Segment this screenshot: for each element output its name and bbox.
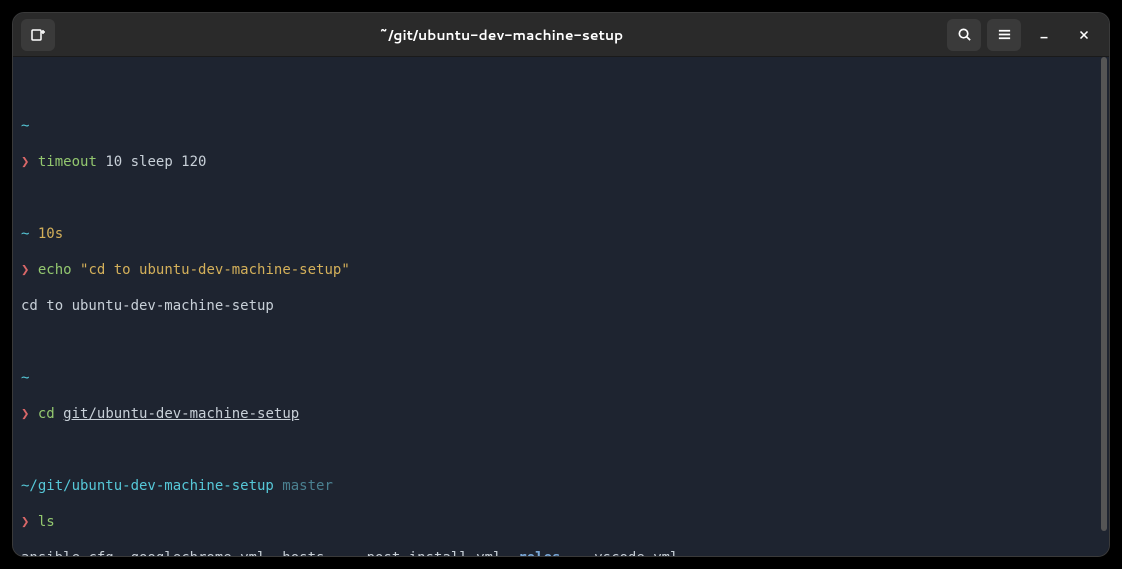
hamburger-icon — [997, 27, 1012, 42]
line — [21, 333, 1101, 351]
titlebar-right — [947, 19, 1101, 51]
search-icon — [957, 27, 972, 42]
pad — [560, 550, 594, 556]
minimize-icon — [1037, 28, 1051, 42]
terminal-body[interactable]: ~ ❯ timeout 10 sleep 120 ~ 10s ❯ echo "c… — [13, 57, 1109, 556]
new-tab-button[interactable] — [21, 19, 55, 51]
line: ~/git/ubuntu-dev-machine-setup master — [21, 477, 1101, 495]
scrollbar-thumb[interactable] — [1101, 57, 1107, 531]
prompt-cwd: ~ — [21, 226, 29, 242]
args: 10 sleep 120 — [97, 154, 207, 170]
space — [55, 406, 63, 422]
minimize-button[interactable] — [1027, 19, 1061, 51]
duration: 10s — [38, 226, 63, 242]
file: googlechrome.yml — [131, 550, 283, 556]
hamburger-menu-button[interactable] — [987, 19, 1021, 51]
prompt-arrow: ❯ — [21, 514, 29, 530]
window-title: ~/git/ubuntu-dev-machine-setup — [55, 25, 947, 45]
line: ❯ ls — [21, 513, 1101, 531]
line-output: cd to ubuntu-dev-machine-setup — [21, 297, 1101, 315]
terminal-window: ~/git/ubuntu-dev-machine-setup — [12, 12, 1110, 557]
line: ❯ echo "cd to ubuntu-dev-machine-setup" — [21, 261, 1101, 279]
line: ~ — [21, 117, 1101, 135]
line: ~ — [21, 369, 1101, 387]
cmd: ls — [38, 514, 55, 530]
file: vscode.yml — [594, 550, 678, 556]
dir: roles — [518, 550, 560, 556]
file: hosts — [282, 550, 366, 556]
line: ❯ cd git/ubuntu-dev-machine-setup — [21, 405, 1101, 423]
close-icon — [1077, 28, 1091, 42]
line — [21, 441, 1101, 459]
new-tab-icon — [30, 27, 46, 43]
search-button[interactable] — [947, 19, 981, 51]
prompt-cwd: ~/git/ubuntu-dev-machine-setup — [21, 478, 274, 494]
titlebar-left — [21, 19, 55, 51]
prompt-arrow: ❯ — [21, 154, 29, 170]
line: ~ 10s — [21, 225, 1101, 243]
branch: master — [274, 478, 333, 494]
terminal-content: ~ ❯ timeout 10 sleep 120 ~ 10s ❯ echo "c… — [21, 63, 1101, 556]
titlebar: ~/git/ubuntu-dev-machine-setup — [13, 13, 1109, 57]
ls-output-row: ansible.cfg googlechrome.yml hosts post_… — [21, 549, 1101, 556]
cmd: echo — [38, 262, 72, 278]
space — [72, 262, 80, 278]
prompt-cwd: ~ — [21, 370, 29, 386]
line — [21, 189, 1101, 207]
prompt-arrow: ❯ — [21, 406, 29, 422]
line: ❯ timeout 10 sleep 120 — [21, 153, 1101, 171]
prompt-cwd: ~ — [21, 118, 29, 134]
line — [21, 81, 1101, 99]
cmd: cd — [38, 406, 55, 422]
path: git/ubuntu-dev-machine-setup — [63, 406, 299, 422]
prompt-arrow: ❯ — [21, 262, 29, 278]
string: "cd to ubuntu-dev-machine-setup" — [80, 262, 350, 278]
file: post_install.yml — [367, 550, 519, 556]
scrollbar-track[interactable] — [1099, 57, 1109, 556]
file: ansible.cfg — [21, 550, 131, 556]
cmd: timeout — [38, 154, 97, 170]
close-button[interactable] — [1067, 19, 1101, 51]
